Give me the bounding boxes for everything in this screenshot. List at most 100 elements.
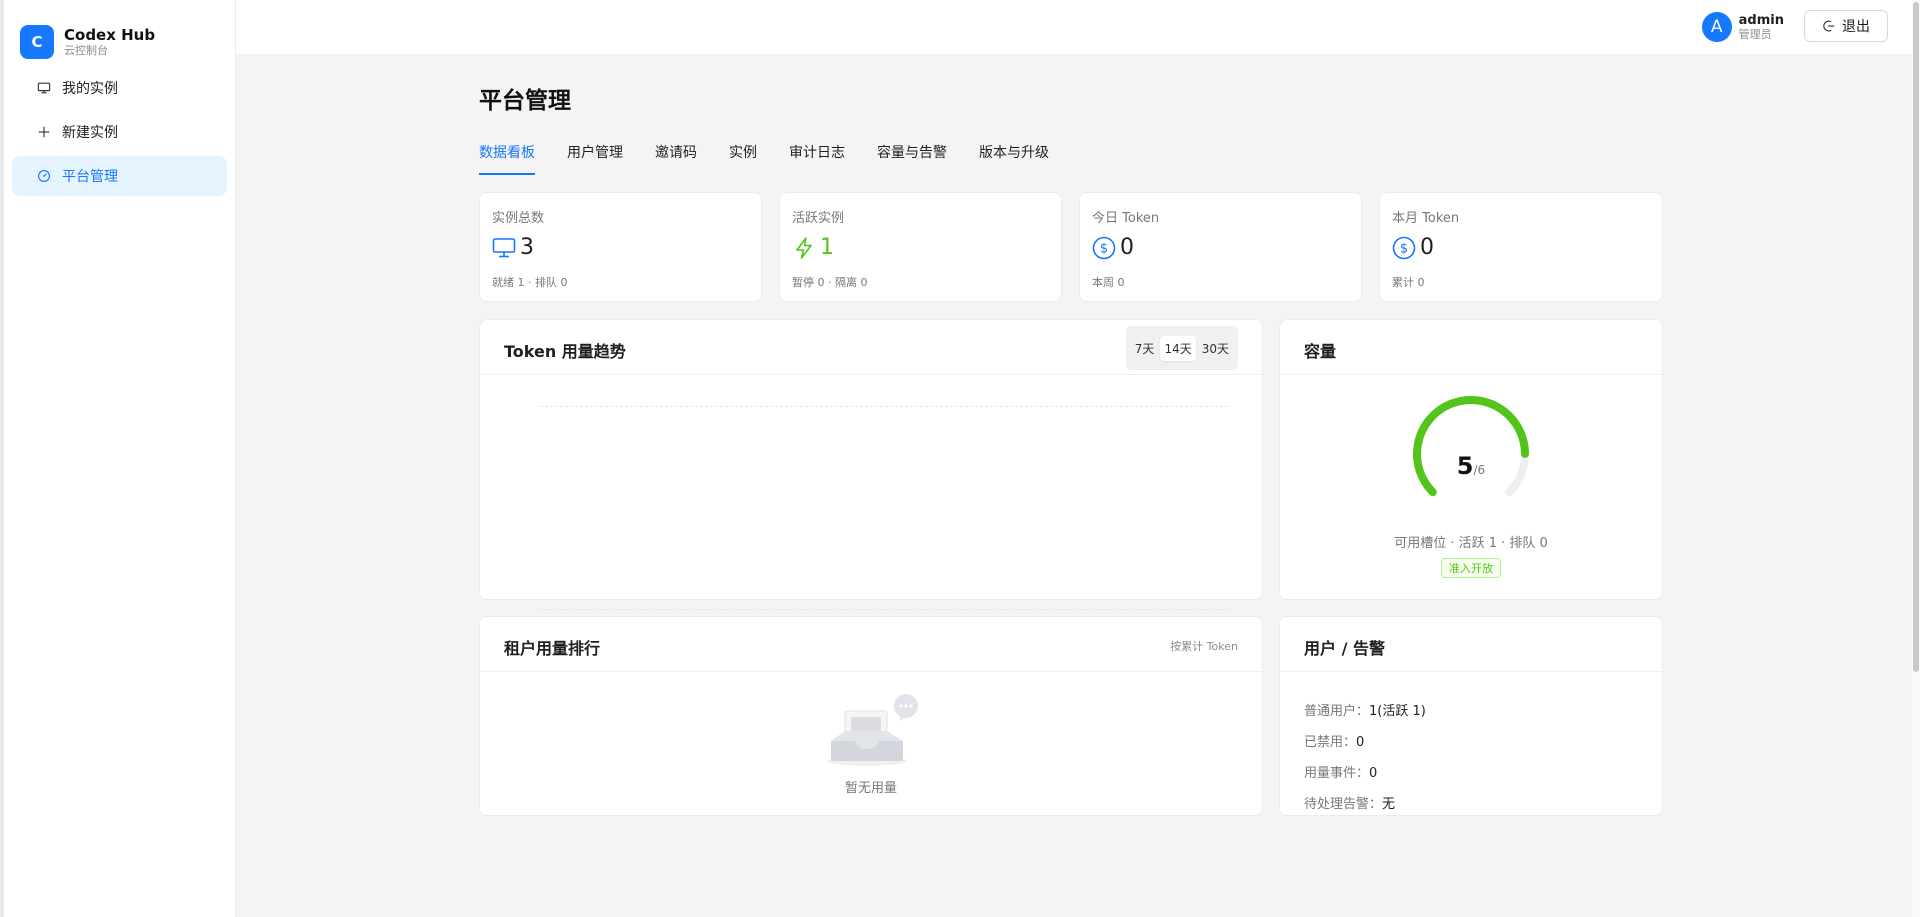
plus-icon [36,124,52,140]
user-name: admin [1738,12,1784,28]
kv-value: 无 [1382,797,1396,812]
token-trend-card: Token 用量趋势 7天 14天 30天 [479,319,1263,610]
sidebar-item-label: 我的实例 [62,81,118,97]
card-header: 租户用量排行 按累计 Token [480,617,1262,672]
stat-label: 实例总数 [492,211,545,226]
stat-sub: 就绪 1 · 排队 0 [492,276,568,289]
stat-value: $ 0 [1092,235,1134,260]
tab-invite-codes[interactable]: 邀请码 [655,143,697,175]
stat-card-today-token: 今日 Token $ 0 本周 0 [1079,192,1362,302]
stat-card-month-token: 本月 Token $ 0 累计 0 [1379,192,1663,302]
stat-sub: 累计 0 [1392,276,1425,289]
kv-label: 普通用户： [1304,704,1370,719]
capacity-detail: 可用槽位 · 活跃 1 · 排队 0 [1394,536,1548,551]
chart-gridline [540,406,1228,407]
stat-label: 本月 Token [1392,211,1460,226]
chart-baseline [540,609,1228,610]
kv-value: 1(活跃 1) [1369,704,1426,719]
empty-state: 暂无用量 [480,693,1262,796]
page-title: 平台管理 [479,88,571,114]
card-header: Token 用量趋势 7天 14天 30天 [480,320,1262,375]
range-selector: 7天 14天 30天 [1125,326,1238,370]
stat-value: 3 [492,235,534,260]
stat-sub: 本周 0 [1092,276,1125,289]
empty-inbox-icon [823,693,919,773]
capacity-card: 容量 5/6 可用槽位 · 活跃 1 · 排队 0 准入开放 [1279,319,1663,600]
user-menu[interactable]: A admin 管理员 [1701,12,1784,42]
kv-normal-users: 普通用户：1(活跃 1) [1304,700,1426,719]
kv-usage-events: 用量事件：0 [1304,762,1377,781]
main-content: 平台管理 数据看板 用户管理 邀请码 实例 审计日志 容量与告警 版本与升级 实… [236,55,1912,917]
stat-card-instances: 实例总数 3 就绪 1 · 排队 0 [479,192,762,302]
tab-dashboard[interactable]: 数据看板 [479,143,535,175]
app-title: Codex Hub [64,26,156,44]
ranking-hint: 按累计 Token [1170,640,1238,653]
page-scrollbar[interactable] [1912,0,1920,917]
stat-label: 活跃实例 [792,211,845,226]
tab-users[interactable]: 用户管理 [567,143,623,175]
card-title: 租户用量排行 [504,639,601,658]
logout-button[interactable]: 退出 [1804,10,1888,42]
monitor-icon [492,236,516,260]
user-role: 管理员 [1738,27,1772,41]
sidebar-item-new-instance[interactable]: 新建实例 [12,112,227,152]
users-alerts-card: 用户 / 告警 普通用户：1(活跃 1) 已禁用：0 用量事件：0 待处理告警：… [1279,616,1663,816]
sidebar-item-platform-admin[interactable]: 平台管理 [12,156,227,196]
range-30d[interactable]: 30天 [1198,336,1233,361]
stat-card-active: 活跃实例 1 暂停 0 · 隔离 0 [779,192,1062,302]
range-14d[interactable]: 14天 [1160,335,1196,361]
tenant-ranking-card: 租户用量排行 按累计 Token 暂无用量 [479,616,1263,816]
stat-label: 今日 Token [1092,211,1160,226]
admin-tabs: 数据看板 用户管理 邀请码 实例 审计日志 容量与告警 版本与升级 [479,143,1081,175]
kv-label: 待处理告警： [1304,797,1383,812]
tab-version-upgrade[interactable]: 版本与升级 [979,143,1049,175]
sidebar-item-my-instances[interactable]: 我的实例 [12,68,227,108]
tab-instances[interactable]: 实例 [729,143,757,175]
svg-text:$: $ [1400,241,1408,256]
scrollbar-thumb[interactable] [1913,2,1919,672]
card-header: 容量 [1280,320,1662,375]
kv-label: 已禁用： [1304,735,1357,750]
card-title: 用户 / 告警 [1304,639,1385,658]
logout-label: 退出 [1842,19,1870,35]
logout-icon [1822,19,1836,33]
stat-number: 0 [1420,235,1434,260]
tab-capacity-alerts[interactable]: 容量与告警 [877,143,947,175]
gauge-value: 5/6 [1280,452,1662,480]
tab-audit-log[interactable]: 审计日志 [789,143,845,175]
kv-disabled: 已禁用：0 [1304,731,1364,750]
kv-value: 0 [1356,735,1365,750]
stat-number: 0 [1120,235,1134,260]
gauge-total: /6 [1473,463,1486,477]
monitor-icon [36,80,52,96]
kv-value: 0 [1369,766,1378,781]
brand[interactable]: C Codex Hub 云控制台 [4,0,235,68]
kv-label: 用量事件： [1304,766,1370,781]
gauge-used: 5 [1456,452,1474,480]
stat-number: 1 [820,235,834,260]
app-subtitle: 云控制台 [64,44,108,57]
sidebar-item-label: 新建实例 [62,125,118,141]
card-header: 用户 / 告警 [1280,617,1662,672]
sidebar: C Codex Hub 云控制台 我的实例 新建实例 平台管理 [0,0,236,917]
stat-sub: 暂停 0 · 隔离 0 [792,276,868,289]
app-logo: C [20,25,54,59]
avatar: A [1701,12,1732,42]
range-7d[interactable]: 7天 [1131,336,1159,361]
dollar-icon: $ [1092,236,1116,260]
dollar-icon: $ [1392,236,1416,260]
card-title: 容量 [1304,342,1337,361]
card-title: Token 用量趋势 [504,342,626,361]
dashboard-icon [36,168,52,184]
svg-text:$: $ [1100,241,1108,256]
sidebar-item-label: 平台管理 [62,169,118,185]
stat-number: 3 [520,235,534,260]
kv-pending-alerts: 待处理告警：无 [1304,793,1395,812]
sidebar-nav: 我的实例 新建实例 平台管理 [4,68,235,196]
empty-text: 暂无用量 [844,781,897,796]
stat-value: 1 [792,235,834,260]
top-header: A admin 管理员 退出 [236,0,1912,55]
lightning-icon [792,236,816,260]
status-badge: 准入开放 [1441,558,1501,578]
stat-value: $ 0 [1392,235,1434,260]
